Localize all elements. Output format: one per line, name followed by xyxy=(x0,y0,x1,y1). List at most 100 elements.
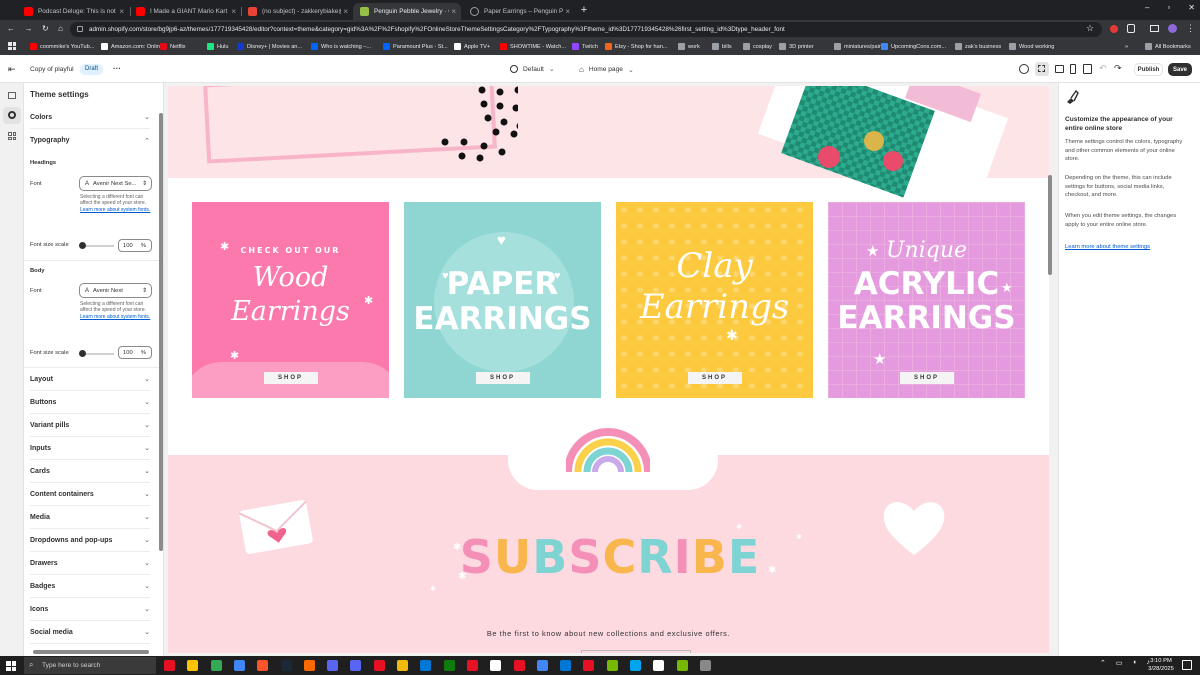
clock[interactable]: 3:10 PM 3/28/2025 xyxy=(1146,658,1176,673)
profile-avatar[interactable] xyxy=(1168,24,1177,33)
reload-icon[interactable]: ↻ xyxy=(42,24,49,34)
shop-button[interactable]: SHOP xyxy=(475,372,530,384)
email-input[interactable] xyxy=(581,650,691,653)
theme-settings-nav[interactable] xyxy=(3,107,21,124)
all-bookmarks[interactable]: All Bookmarks xyxy=(1145,41,1191,52)
bookmark-item[interactable]: SHOWTIME - Watch... xyxy=(500,41,566,52)
bookmark-item[interactable]: Wood working xyxy=(1009,41,1054,52)
close-icon[interactable]: × xyxy=(565,7,570,16)
mobile-icon[interactable] xyxy=(1070,64,1076,74)
heading-scale-input[interactable]: 100% xyxy=(118,239,152,252)
bookmark-item[interactable]: Etsy - Shop for han... xyxy=(605,41,668,52)
system-fonts-link[interactable]: Learn more about system fonts. xyxy=(80,314,150,320)
collection-card-wood[interactable]: CHECK OUT OUR Wood Earrings ✱ ✱ ✱ SHOP xyxy=(192,202,389,398)
panel-horizontal-scrollbar[interactable] xyxy=(33,650,149,654)
bookmark-star-icon[interactable]: ☆ xyxy=(1086,23,1094,34)
fullscreen-icon[interactable] xyxy=(1083,64,1092,74)
inspector-icon[interactable] xyxy=(1035,62,1049,76)
home-icon[interactable]: ⌂ xyxy=(58,24,63,34)
shop-button[interactable]: SHOP xyxy=(687,372,742,384)
setting-group-cards[interactable]: Cards ⌄ xyxy=(30,460,150,483)
network-icon[interactable]: ▭ xyxy=(1116,659,1123,671)
taskbar-app-icon[interactable] xyxy=(466,660,478,671)
chevron-up-icon[interactable]: ⌃ xyxy=(1100,659,1106,671)
more-actions-button[interactable]: ··· xyxy=(113,64,121,73)
browser-tab[interactable]: Paper Earrings – Penguin Pebble× xyxy=(463,3,575,20)
body-scale-input[interactable]: 100% xyxy=(118,346,152,359)
browser-tab[interactable]: Podcast Deluge: This is not a p× xyxy=(17,3,129,20)
notifications-icon[interactable] xyxy=(1182,660,1192,670)
setting-group-inputs[interactable]: Inputs ⌄ xyxy=(30,437,150,460)
taskbar-app-icon[interactable] xyxy=(257,660,269,671)
setting-group-buttons[interactable]: Buttons ⌄ xyxy=(30,391,150,414)
chrome-menu-icon[interactable]: ⋮ xyxy=(1186,23,1195,34)
redo-icon[interactable]: ↷ xyxy=(1114,63,1122,74)
taskbar-app-icon[interactable] xyxy=(233,660,245,671)
extensions-puzzle-icon[interactable] xyxy=(1127,24,1135,33)
back-icon[interactable]: ← xyxy=(7,24,15,34)
maximize-icon[interactable]: ▫ xyxy=(1167,3,1170,15)
extension-icon[interactable] xyxy=(1110,25,1118,33)
bookmark-item[interactable]: Disney+ | Movies an... xyxy=(237,41,302,52)
sections-nav-icon[interactable] xyxy=(8,92,16,99)
bookmark-item[interactable]: Apple TV+ xyxy=(454,41,490,52)
heading-scale-slider[interactable] xyxy=(79,242,86,249)
undo-icon[interactable]: ↶ xyxy=(1099,63,1107,74)
site-info-icon[interactable] xyxy=(77,26,83,32)
setting-group-typography[interactable]: Typography ⌃ xyxy=(30,129,150,152)
panel-scrollbar[interactable] xyxy=(159,113,163,551)
taskbar-app-icon[interactable] xyxy=(327,660,339,671)
forward-icon[interactable]: → xyxy=(24,24,32,34)
bookmark-item[interactable]: Paramount Plus - St... xyxy=(383,41,448,52)
taskbar-app-icon[interactable] xyxy=(699,660,711,671)
bookmark-item[interactable]: Amazon.com: Onlin... xyxy=(101,41,164,52)
close-icon[interactable]: × xyxy=(451,7,456,16)
taskbar-app-icon[interactable] xyxy=(443,660,455,671)
setting-group-content-containers[interactable]: Content containers ⌄ xyxy=(30,483,150,506)
bookmark-item[interactable]: cosplay xyxy=(743,41,772,52)
media-icon[interactable] xyxy=(1150,25,1159,32)
taskbar-search[interactable]: Type here to search xyxy=(24,657,156,674)
setting-group-drawers[interactable]: Drawers ⌄ xyxy=(30,552,150,575)
close-icon[interactable]: × xyxy=(343,7,348,16)
close-icon[interactable]: × xyxy=(119,7,124,16)
setting-group-social-media[interactable]: Social media ⌄ xyxy=(30,621,150,644)
device-selector[interactable]: Default ⌄ xyxy=(510,65,555,73)
taskbar-app-icon[interactable] xyxy=(630,660,641,671)
close-window-icon[interactable]: ✕ xyxy=(1188,3,1195,15)
taskbar-app-icon[interactable] xyxy=(653,660,665,671)
address-bar[interactable]: admin.shopify.com/store/bg9jp6-az/themes… xyxy=(70,22,1102,37)
browser-tab-active[interactable]: Penguin Pebble Jewelry · Custo× xyxy=(353,3,461,20)
collection-card-paper[interactable]: ♥ PAPER EARRINGS ♥ ♥ SHOP xyxy=(404,202,601,398)
minimize-icon[interactable]: – xyxy=(1145,3,1149,15)
apps-nav-icon[interactable] xyxy=(8,132,16,140)
collection-card-acrylic[interactable]: Unique ACRYLIC EARRINGS ★ ★ ★ SHOP xyxy=(828,202,1025,398)
new-tab-icon[interactable]: + xyxy=(578,4,590,16)
volume-icon[interactable]: ◖ xyxy=(1132,659,1136,671)
save-button[interactable]: Save xyxy=(1168,63,1192,76)
bookmark-item[interactable]: UpcomingCons.com... xyxy=(881,41,946,52)
taskbar-app-icon[interactable] xyxy=(560,660,572,671)
heading-font-picker[interactable]: A Avenir Next Se... ⇕ xyxy=(79,176,152,191)
taskbar-app-icon[interactable] xyxy=(373,660,385,671)
taskbar-app-icon[interactable] xyxy=(210,660,222,671)
setting-group-dropdowns-and-pop-ups[interactable]: Dropdowns and pop-ups ⌄ xyxy=(30,529,150,552)
setting-group-variant-pills[interactable]: Variant pills ⌄ xyxy=(30,414,150,437)
taskbar-app-icon[interactable] xyxy=(606,660,618,671)
collection-card-clay[interactable]: Clay Earrings ✱ SHOP xyxy=(616,202,813,398)
taskbar-app-icon[interactable] xyxy=(490,660,502,671)
bookmark-item[interactable]: Twitch xyxy=(572,41,598,52)
bookmark-item[interactable]: Netflix xyxy=(160,41,186,52)
browser-tab[interactable]: (no subject) - zakkerybiake@gm× xyxy=(241,3,353,20)
windows-start-icon[interactable] xyxy=(6,661,16,671)
bookmark-item[interactable]: Hulu xyxy=(207,41,229,52)
taskbar-app-icon[interactable] xyxy=(420,660,432,671)
browser-tab[interactable]: I Made a GIANT Mario Kart Cir × xyxy=(129,3,241,20)
bookmark-item[interactable]: miniatures/paint xyxy=(834,41,884,52)
setting-group-colors[interactable]: Colors ⌄ xyxy=(30,106,150,129)
taskbar-app-icon[interactable] xyxy=(350,660,362,671)
bookmark-item[interactable]: zak's business xyxy=(955,41,1001,52)
setting-group-layout[interactable]: Layout ⌄ xyxy=(30,368,150,391)
desktop-icon[interactable] xyxy=(1055,65,1064,73)
taskbar-app-icon[interactable] xyxy=(280,660,292,671)
